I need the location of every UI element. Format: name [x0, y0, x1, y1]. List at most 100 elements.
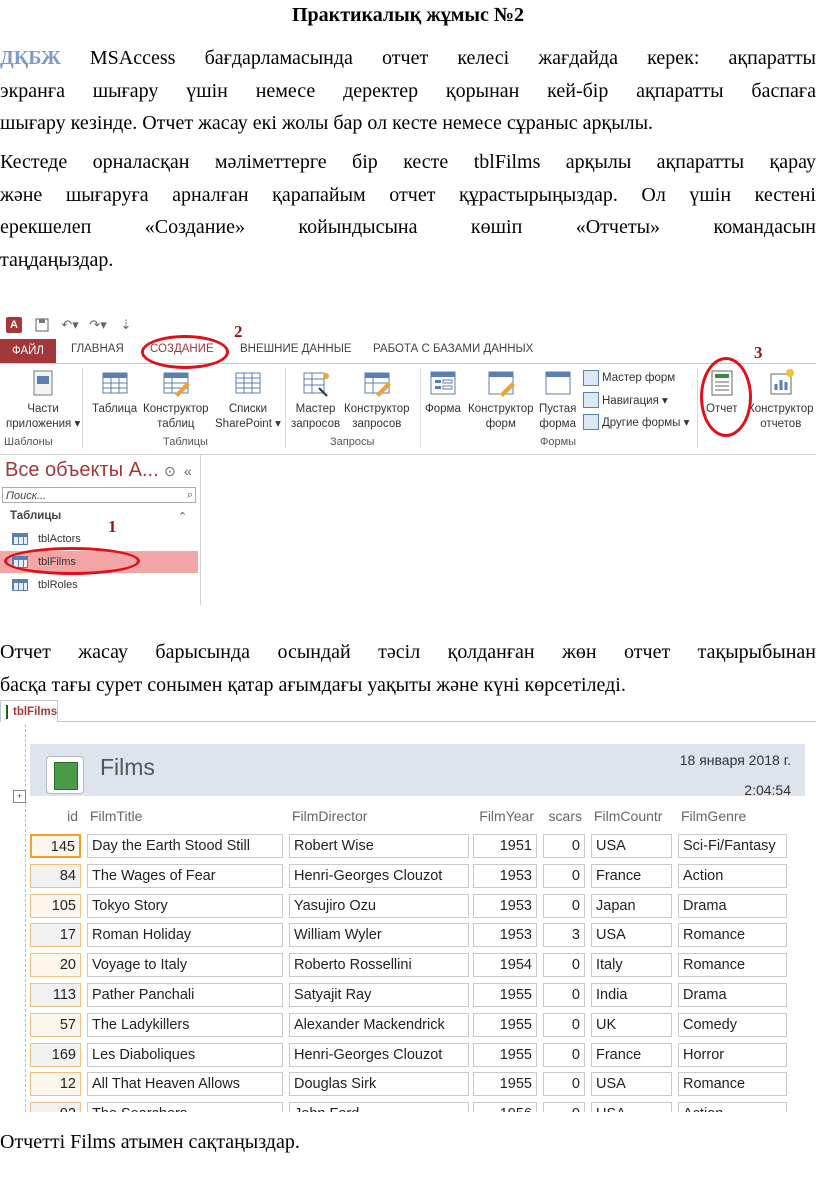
table-cell-scars[interactable]: 0 — [543, 1012, 585, 1037]
table-cell-filmdirector[interactable]: Alexander Mackendrick — [289, 1012, 469, 1037]
search-input[interactable]: Поиск... ⌕ — [2, 487, 196, 503]
form-design-button[interactable]: Конструктор форм — [468, 368, 534, 432]
table-cell-filmgenre[interactable]: Action — [678, 1102, 787, 1112]
table-cell-filmcountr[interactable]: USA — [591, 923, 672, 948]
table-cell-filmgenre[interactable]: Romance — [678, 1072, 787, 1097]
column-header[interactable]: FilmTitle — [87, 808, 280, 824]
table-cell-filmgenre[interactable]: Romance — [678, 953, 787, 978]
tab-database-tools[interactable]: РАБОТА С БАЗАМИ ДАННЫХ — [373, 343, 533, 355]
table-cell-filmtitle[interactable]: The Searchers — [87, 1102, 283, 1112]
table-cell-filmdirector[interactable]: Roberto Rossellini — [289, 953, 469, 978]
report-design-button[interactable]: Конструктор отчетов — [748, 368, 814, 432]
table-cell-filmgenre[interactable]: Sci-Fi/Fantasy — [678, 834, 787, 858]
table-cell-id[interactable]: 169 — [30, 1042, 81, 1067]
nav-group-tables[interactable]: Таблицы — [10, 510, 61, 522]
table-cell-filmdirector[interactable]: John Ford — [289, 1102, 469, 1112]
form-wizard-button[interactable]: Мастер форм — [583, 370, 675, 386]
tab-home[interactable]: ГЛАВНАЯ — [71, 343, 124, 355]
table-cell-filmyear[interactable]: 1955 — [473, 983, 537, 1007]
column-header[interactable]: id — [30, 808, 78, 824]
chevron-up-icon[interactable]: ⌃ — [178, 510, 187, 523]
table-design-button[interactable]: Конструктор таблиц — [143, 368, 209, 432]
save-icon[interactable] — [34, 317, 50, 333]
table-cell-scars[interactable]: 0 — [543, 953, 585, 978]
table-cell-id[interactable]: 17 — [30, 923, 81, 948]
table-cell-filmtitle[interactable]: The Ladykillers — [87, 1012, 283, 1037]
table-cell-filmcountr[interactable]: USA — [591, 834, 672, 858]
navigation-button[interactable]: Навигация ▾ — [583, 392, 668, 408]
table-cell-scars[interactable]: 0 — [543, 983, 585, 1007]
table-cell-scars[interactable]: 0 — [543, 834, 585, 858]
table-cell-filmcountr[interactable]: USA — [591, 1102, 672, 1112]
table-cell-filmcountr[interactable]: Japan — [591, 893, 672, 918]
table-cell-scars[interactable]: 0 — [543, 863, 585, 888]
table-cell-filmgenre[interactable]: Action — [678, 863, 787, 888]
tab-file[interactable]: ФАЙЛ — [0, 339, 56, 363]
column-header[interactable]: FilmYear — [473, 808, 534, 824]
table-cell-filmcountr[interactable]: UK — [591, 1012, 672, 1037]
table-cell-filmcountr[interactable]: India — [591, 983, 672, 1007]
table-cell-filmdirector[interactable]: Henri-Georges Clouzot — [289, 863, 469, 888]
table-cell-filmyear[interactable]: 1956 — [473, 1102, 537, 1112]
query-wizard-button[interactable]: Мастер запросов — [291, 368, 340, 432]
table-cell-id[interactable]: 92 — [30, 1102, 81, 1112]
nav-item-tblactors[interactable]: tblActors — [0, 528, 198, 550]
move-handle-icon[interactable]: + — [13, 790, 26, 803]
table-cell-id[interactable]: 145 — [30, 834, 81, 858]
nav-collapse-icon[interactable]: « — [184, 463, 192, 479]
table-cell-id[interactable]: 20 — [30, 953, 81, 978]
table-cell-filmgenre[interactable]: Romance — [678, 923, 787, 948]
table-cell-filmgenre[interactable]: Horror — [678, 1042, 787, 1067]
table-cell-filmyear[interactable]: 1955 — [473, 1042, 537, 1067]
column-header[interactable]: FilmCountr — [591, 808, 669, 824]
nav-menu-icon[interactable]: ⊙ — [164, 463, 176, 480]
table-cell-id[interactable]: 105 — [30, 893, 81, 918]
table-cell-scars[interactable]: 0 — [543, 1042, 585, 1067]
table-cell-filmtitle[interactable]: Day the Earth Stood Still — [87, 834, 283, 858]
blank-form-button[interactable]: Пустая форма — [539, 368, 576, 432]
table-cell-scars[interactable]: 0 — [543, 1102, 585, 1112]
redo-icon[interactable]: ↷▾ — [89, 317, 106, 333]
query-design-button[interactable]: Конструктор запросов — [344, 368, 410, 432]
report-title[interactable]: Films — [100, 754, 155, 781]
sharepoint-lists-button[interactable]: Списки SharePoint ▾ — [215, 368, 281, 432]
table-cell-id[interactable]: 12 — [30, 1072, 81, 1097]
table-cell-id[interactable]: 84 — [30, 863, 81, 888]
table-cell-filmyear[interactable]: 1955 — [473, 1072, 537, 1097]
table-cell-filmtitle[interactable]: All That Heaven Allows — [87, 1072, 283, 1097]
tab-tblfilms-report[interactable]: tblFilms — [0, 700, 58, 722]
table-cell-filmtitle[interactable]: Pather Panchali — [87, 983, 283, 1007]
table-cell-filmgenre[interactable]: Comedy — [678, 1012, 787, 1037]
table-cell-filmgenre[interactable]: Drama — [678, 893, 787, 918]
table-cell-id[interactable]: 57 — [30, 1012, 81, 1037]
table-cell-filmtitle[interactable]: Voyage to Italy — [87, 953, 283, 978]
table-cell-scars[interactable]: 3 — [543, 923, 585, 948]
table-cell-filmdirector[interactable]: Robert Wise — [289, 834, 469, 858]
report-date[interactable]: 18 января 2018 г. — [680, 752, 791, 768]
customize-qat-icon[interactable]: ⇣ — [118, 317, 134, 333]
table-button[interactable]: Таблица — [92, 368, 137, 417]
table-cell-filmtitle[interactable]: Roman Holiday — [87, 923, 283, 948]
tab-external-data[interactable]: ВНЕШНИЕ ДАННЫЕ — [240, 343, 352, 355]
report-time[interactable]: 2:04:54 — [744, 782, 791, 798]
table-cell-filmcountr[interactable]: France — [591, 1042, 672, 1067]
table-cell-scars[interactable]: 0 — [543, 893, 585, 918]
table-cell-filmcountr[interactable]: USA — [591, 1072, 672, 1097]
table-cell-id[interactable]: 113 — [30, 983, 81, 1007]
table-cell-filmtitle[interactable]: Tokyo Story — [87, 893, 283, 918]
table-cell-filmyear[interactable]: 1953 — [473, 863, 537, 888]
table-cell-filmyear[interactable]: 1951 — [473, 834, 537, 858]
table-cell-filmyear[interactable]: 1955 — [473, 1012, 537, 1037]
table-cell-filmtitle[interactable]: Les Diaboliques — [87, 1042, 283, 1067]
table-cell-filmcountr[interactable]: France — [591, 863, 672, 888]
table-cell-filmdirector[interactable]: William Wyler — [289, 923, 469, 948]
undo-icon[interactable]: ↶▾ — [61, 317, 78, 333]
column-header[interactable]: FilmDirector — [289, 808, 466, 824]
app-parts-button[interactable]: Части приложения ▾ — [6, 368, 80, 432]
table-cell-filmyear[interactable]: 1954 — [473, 953, 537, 978]
table-cell-filmdirector[interactable]: Satyajit Ray — [289, 983, 469, 1007]
table-cell-filmyear[interactable]: 1953 — [473, 923, 537, 948]
table-cell-filmdirector[interactable]: Yasujiro Ozu — [289, 893, 469, 918]
table-cell-filmyear[interactable]: 1953 — [473, 893, 537, 918]
table-cell-filmgenre[interactable]: Drama — [678, 983, 787, 1007]
